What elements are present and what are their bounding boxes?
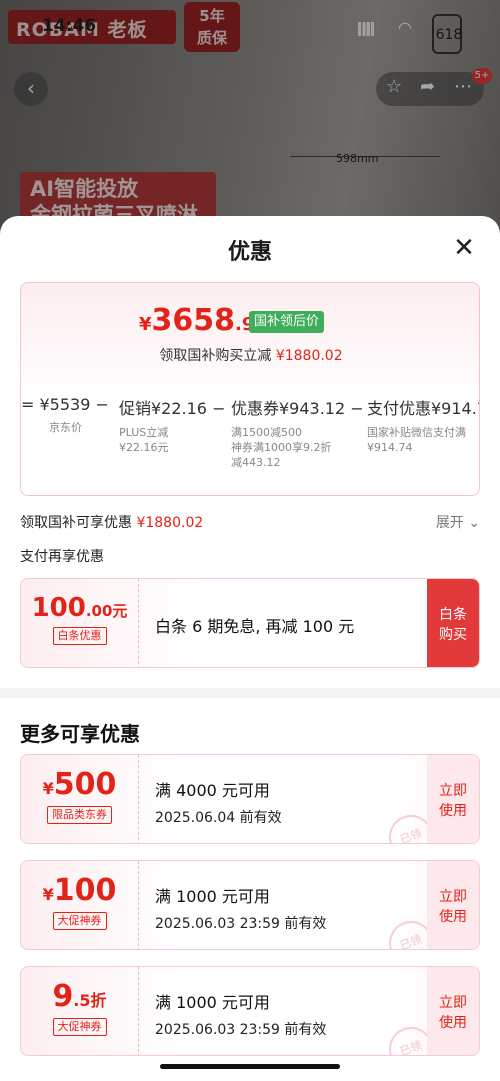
coupon-card[interactable]: ¥500 限品类东券 满 4000 元可用 2025.06.04 前有效 已领 …: [20, 754, 480, 844]
overlay-dim[interactable]: [0, 0, 500, 240]
breakdown-item-payment: 支付优惠¥914.74 国家补贴微信支付满 ¥914.74: [367, 395, 479, 455]
guobu-row[interactable]: 领取国补可享优惠 ¥1880.02 展开 ⌄: [20, 512, 480, 532]
coupon-condition: 满 1000 元可用: [155, 887, 270, 906]
price-yen: ¥: [139, 314, 152, 335]
breakdown-main: 促销¥22.16 −: [119, 399, 226, 418]
claim-amount: ¥1880.02: [275, 348, 343, 364]
more-offers-title: 更多可享优惠: [20, 722, 140, 746]
claim-text: 领取国补购买立减: [159, 348, 272, 364]
breakdown-sub: PLUS立减 ¥22.16元: [119, 426, 169, 454]
final-price: ¥3658.98: [139, 303, 267, 338]
coupon-condition: 满 4000 元可用: [155, 781, 270, 800]
baitiao-buy-button[interactable]: 白条 购买: [427, 579, 479, 667]
coupon-value: 9.5折: [21, 979, 138, 1014]
coupon-value: ¥500: [21, 767, 138, 802]
claim-line: 领取国补购买立减 ¥1880.02: [21, 345, 479, 365]
baitiao-amount-dec: .00元: [85, 602, 128, 620]
price-card: ¥3658.98 国补领后价 领取国补购买立减 ¥1880.02 = ¥5539…: [20, 282, 480, 496]
price-int: 3658: [151, 303, 236, 338]
coupon-yen: ¥: [42, 885, 54, 904]
discount-sheet: 优惠 ✕ ¥3658.98 国补领后价 领取国补购买立减 ¥1880.02 = …: [0, 216, 500, 1081]
coupon-expiry: 2025.06.04 前有效: [155, 810, 282, 826]
breakdown-sub: 满1500减500 神券满1000享9.2折 减443.12: [231, 426, 332, 469]
home-indicator[interactable]: [160, 1064, 340, 1069]
coupon-expiry: 2025.06.03 23:59 前有效: [155, 916, 327, 932]
expand-button[interactable]: 展开 ⌄: [436, 512, 480, 532]
coupon-condition: 满 1000 元可用: [155, 993, 270, 1012]
use-now-button[interactable]: 立即 使用: [427, 967, 479, 1055]
coupon-tag: 限品类东券: [47, 806, 112, 824]
use-now-button[interactable]: 立即 使用: [427, 861, 479, 949]
guobu-price-tag: 国补领后价: [249, 311, 325, 333]
sheet-title: 优惠: [227, 240, 272, 265]
use-now-button[interactable]: 立即 使用: [427, 755, 479, 843]
close-icon[interactable]: ✕: [450, 234, 478, 262]
coupon-card[interactable]: 9.5折 大促神券 满 1000 元可用 2025.06.03 23:59 前有…: [20, 966, 480, 1056]
coupon-card[interactable]: ¥100 大促神券 满 1000 元可用 2025.06.03 23:59 前有…: [20, 860, 480, 950]
baitiao-offer-card[interactable]: 100.00元 白条优惠 白条 6 期免息, 再减 100 元 白条 购买: [20, 578, 480, 668]
coupon-tag: 大促神券: [52, 912, 107, 930]
coupon-value-block: ¥500 限品类东券: [21, 755, 139, 843]
breakdown-item-list-price: = ¥5539 − 京东价: [21, 395, 109, 435]
breakdown-main: 支付优惠¥914.74: [367, 399, 479, 418]
price-breakdown[interactable]: = ¥5539 − 京东价 促销¥22.16 − PLUS立减 ¥22.16元 …: [21, 385, 479, 495]
section-divider: [0, 688, 500, 698]
breakdown-main: = ¥5539 −: [21, 395, 109, 414]
guobu-label: 领取国补可享优惠: [20, 515, 132, 531]
baitiao-tag: 白条优惠: [52, 627, 107, 645]
coupon-num: 500: [53, 767, 117, 802]
breakdown-item-promo: 促销¥22.16 − PLUS立减 ¥22.16元: [119, 395, 225, 455]
breakdown-main: 优惠券¥943.12 −: [231, 399, 364, 418]
chevron-down-icon: ⌄: [468, 515, 480, 531]
breakdown-sub: 国家补贴微信支付满 ¥914.74: [367, 426, 466, 454]
coupon-value-block: ¥100 大促神券: [21, 861, 139, 949]
coupon-num: 100: [53, 873, 117, 908]
coupon-yen: ¥: [42, 779, 54, 798]
coupon-value: ¥100: [21, 873, 138, 908]
baitiao-desc: 白条 6 期免息, 再减 100 元: [155, 617, 355, 636]
breakdown-item-coupon: 优惠券¥943.12 − 满1500减500 神券满1000享9.2折 减443…: [231, 395, 364, 470]
coupon-suffix: .5折: [73, 991, 107, 1010]
breakdown-sub: 京东价: [49, 421, 82, 434]
baitiao-amount-block: 100.00元 白条优惠: [21, 579, 139, 667]
guobu-amount: ¥1880.02: [136, 515, 204, 531]
expand-label: 展开: [435, 515, 464, 531]
coupon-tag: 大促神券: [52, 1018, 107, 1036]
coupon-value-block: 9.5折 大促神券: [21, 967, 139, 1055]
baitiao-amount: 100.00元: [21, 593, 138, 623]
coupon-expiry: 2025.06.03 23:59 前有效: [155, 1022, 327, 1038]
baitiao-amount-int: 100: [31, 593, 86, 623]
pay-section-title: 支付再享优惠: [20, 549, 104, 565]
coupon-num: 9: [52, 979, 74, 1014]
